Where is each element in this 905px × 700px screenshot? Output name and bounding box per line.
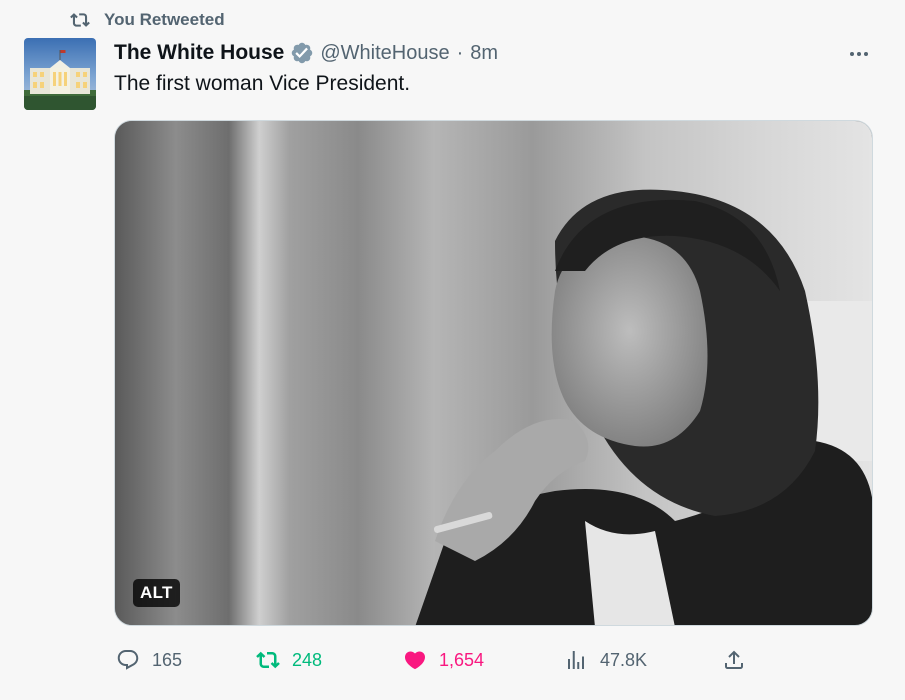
share-button[interactable] [722,644,746,676]
social-context: You Retweeted [70,7,225,33]
verified-badge-icon[interactable] [290,41,314,65]
avatar[interactable] [24,38,96,110]
reply-icon [117,650,139,670]
reply-count: 165 [152,649,183,670]
like-count: 1,654 [439,649,485,670]
more-icon [850,52,868,56]
portrait-photo [115,121,872,625]
tweet-media[interactable]: ALT [114,120,873,626]
alt-badge[interactable]: ALT [133,579,180,607]
action-bar: 165 248 1,654 47.8K [114,644,754,676]
white-house-avatar [24,38,96,110]
timestamp[interactable]: 8m [470,42,498,65]
tweet-text: The first woman Vice President. [114,72,411,95]
retweet-count: 248 [292,649,323,670]
reply-button[interactable]: 165 [116,644,182,676]
tweet-header: The White House @WhiteHouse · 8m [114,38,498,68]
views-icon [568,651,584,669]
display-name[interactable]: The White House [114,41,284,65]
share-icon [725,650,743,669]
retweet-icon [256,651,280,669]
handle[interactable]: @WhiteHouse [320,42,449,65]
social-context-text[interactable]: You Retweeted [104,10,225,30]
views-count: 47.8K [600,649,648,670]
like-button[interactable]: 1,654 [403,644,484,676]
heart-icon [404,651,426,670]
more-button[interactable] [845,40,873,68]
retweet-icon [70,13,90,27]
views-button[interactable]: 47.8K [564,644,647,676]
retweet-button[interactable]: 248 [256,644,322,676]
separator-dot: · [456,41,464,64]
